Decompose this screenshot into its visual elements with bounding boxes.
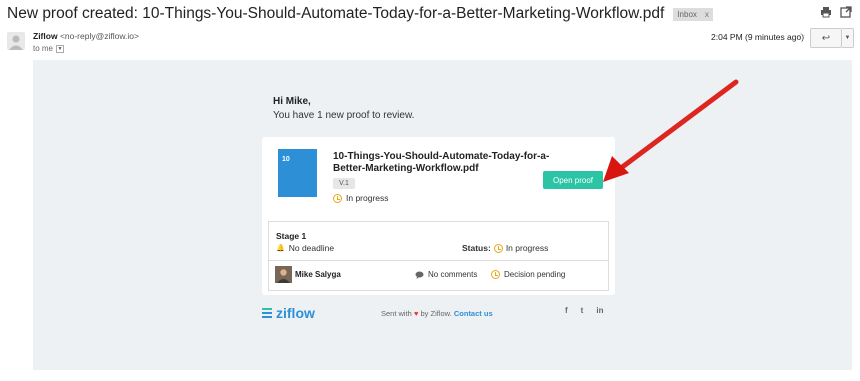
- inbox-label-text: Inbox: [677, 9, 697, 19]
- open-in-new-window-icon[interactable]: [840, 6, 852, 18]
- top-icons: [820, 6, 852, 18]
- sender-name: Ziflow: [33, 31, 58, 41]
- inbox-label[interactable]: Inbox x: [673, 7, 713, 21]
- divider: [269, 260, 608, 261]
- chevron-down-icon: ▼: [844, 35, 851, 41]
- open-proof-button[interactable]: Open proof: [543, 171, 603, 189]
- subject-bar: New proof created: 10-Things-You-Should-…: [7, 4, 713, 24]
- proof-status: In progress: [333, 193, 389, 203]
- more-options-button[interactable]: ▼: [842, 28, 854, 48]
- reviewer-name: Mike Salyga: [295, 270, 341, 279]
- stage-title: Stage 1: [276, 231, 307, 241]
- stage-box: Stage 1 🔔 No deadline Status: In progres…: [268, 221, 609, 291]
- recipient-text: to me: [33, 44, 54, 53]
- chevron-down-icon[interactable]: ▼: [56, 44, 65, 53]
- sent-with-text: Sent with: [381, 309, 412, 318]
- bell-icon: 🔔: [276, 245, 285, 252]
- reviewer-avatar: [275, 266, 292, 283]
- sender[interactable]: Ziflow <no-reply@ziflow.io>: [33, 31, 139, 41]
- reply-icon: ↩: [821, 32, 831, 44]
- linkedin-icon[interactable]: in: [596, 306, 603, 315]
- by-ziflow-text: by Ziflow.: [420, 309, 452, 318]
- message-header: Ziflow <no-reply@ziflow.io> to me ▼ 2:04…: [0, 28, 860, 58]
- reply-button[interactable]: ↩: [810, 28, 842, 48]
- version-badge: V.1: [333, 178, 355, 189]
- proof-card: 10 10-Things-You-Should-Automate-Today-f…: [262, 137, 615, 295]
- ziflow-logo[interactable]: ziflow: [262, 305, 315, 321]
- intro-text: You have 1 new proof to review.: [273, 110, 415, 121]
- ziflow-logo-text: ziflow: [276, 305, 315, 321]
- sender-email: <no-reply@ziflow.io>: [59, 31, 139, 41]
- proof-status-text: In progress: [346, 193, 389, 203]
- comments-text: No comments: [428, 270, 478, 279]
- proof-title: 10-Things-You-Should-Automate-Today-for-…: [333, 151, 550, 174]
- email-timestamp: 2:04 PM (9 minutes ago): [711, 32, 805, 42]
- greeting: Hi Mike,: [273, 96, 311, 107]
- stage-status-value: In progress: [505, 243, 549, 253]
- decision: Decision pending: [491, 270, 565, 279]
- recipient-line: to me ▼: [33, 44, 65, 53]
- comment-icon: [415, 271, 424, 279]
- clock-icon: [333, 193, 342, 203]
- clock-icon: [491, 270, 500, 279]
- comments: No comments: [415, 270, 477, 279]
- clock-icon: [493, 243, 503, 253]
- footer-text: Sent with ♥ by Ziflow. Contact us: [381, 309, 493, 318]
- deadline: 🔔 No deadline: [276, 243, 334, 253]
- thumbnail-number: 10: [282, 156, 290, 163]
- email-subject: New proof created: 10-Things-You-Should-…: [7, 5, 665, 22]
- remove-label-button[interactable]: x: [705, 10, 709, 19]
- print-icon[interactable]: [820, 6, 832, 18]
- sender-avatar: [7, 32, 25, 50]
- stage-status-label: Status:: [462, 243, 491, 253]
- ziflow-logo-icon: [262, 308, 272, 318]
- proof-thumbnail[interactable]: 10: [278, 149, 317, 197]
- stage-status: Status: In progress: [462, 243, 548, 253]
- deadline-text: No deadline: [288, 243, 335, 253]
- facebook-icon[interactable]: f: [565, 306, 568, 315]
- star-icon[interactable]: ☆: [796, 30, 806, 43]
- decision-text: Decision pending: [504, 270, 566, 279]
- heart-icon: ♥: [413, 309, 419, 318]
- social-links: f t in: [565, 306, 603, 315]
- twitter-icon[interactable]: t: [581, 306, 584, 315]
- contact-us-link[interactable]: Contact us: [454, 309, 493, 318]
